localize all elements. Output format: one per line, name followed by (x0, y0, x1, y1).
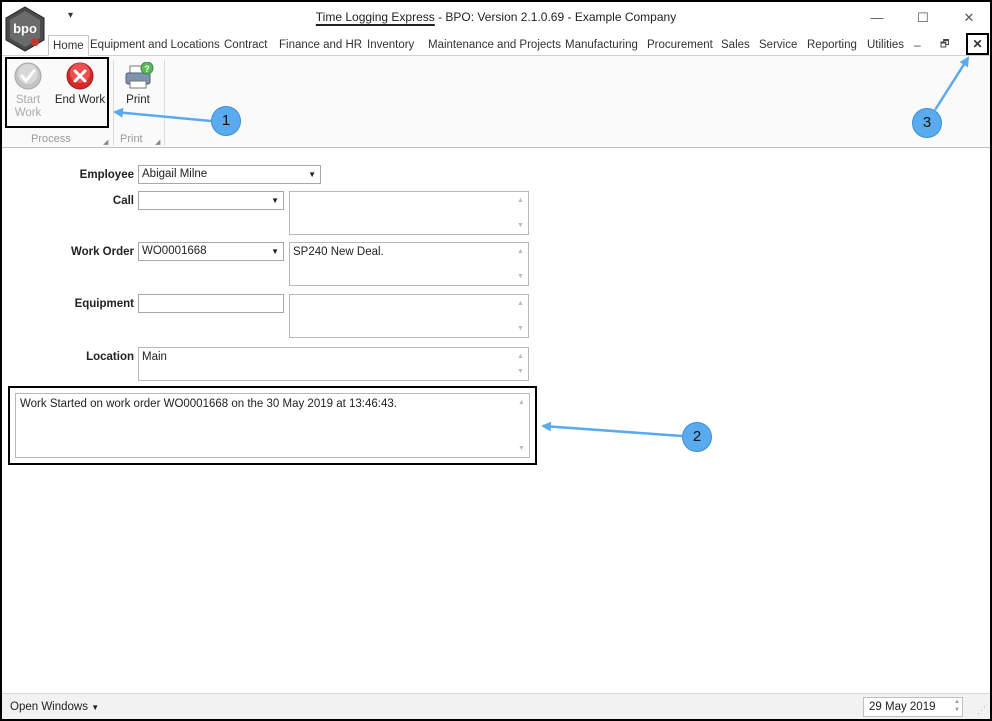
scrollbar[interactable]: ▲ ▼ (514, 348, 528, 380)
employee-select[interactable]: Abigail Milne ▼ (138, 165, 321, 184)
work-order-select[interactable]: WO0001668 ▼ (138, 242, 284, 261)
open-windows-menu[interactable]: Open Windows ▼ (10, 701, 99, 713)
close-window-icon[interactable]: ✕ (946, 6, 990, 32)
print-label: Print (126, 94, 150, 106)
window-title: Time Logging Express - BPO: Version 2.1.… (2, 10, 990, 24)
tab-finance-and-hr[interactable]: Finance and HR (279, 35, 362, 56)
print-button[interactable]: ? Print (118, 61, 158, 107)
date-field[interactable]: 29 May 2019 ▲ ▼ (863, 697, 963, 717)
call-description-memo[interactable]: ▲ ▼ (289, 191, 529, 235)
work-order-value: WO0001668 (142, 245, 207, 257)
callout-1: 1 (211, 106, 241, 136)
equipment-input[interactable] (138, 294, 284, 313)
call-select[interactable]: ▼ (138, 191, 284, 210)
callout-2: 2 (682, 422, 712, 452)
work-order-description: SP240 New Deal. (293, 246, 384, 258)
date-spinner-icon[interactable]: ▲ ▼ (954, 698, 960, 714)
process-dialog-launcher-icon[interactable]: ◢ (103, 138, 108, 146)
mdi-minimize-icon[interactable]: – (914, 35, 921, 56)
window-title-rest: - BPO: Version 2.1.0.69 - Example Compan… (434, 10, 677, 24)
callout-3: 3 (912, 108, 942, 138)
scrollbar[interactable]: ▲ ▼ (514, 192, 528, 234)
equipment-description-memo[interactable]: ▲ ▼ (289, 294, 529, 338)
highlight-box-process-buttons (5, 57, 109, 128)
tab-maintenance-and-projects[interactable]: Maintenance and Projects (428, 35, 561, 56)
tab-utilities[interactable]: Utilities (867, 35, 904, 56)
location-memo[interactable]: Main ▲ ▼ (138, 347, 529, 381)
app-window: bpo ▾ Time Logging Express - BPO: Versio… (0, 0, 992, 721)
tab-home[interactable]: Home (48, 35, 89, 56)
chevron-down-icon[interactable]: ▼ (308, 166, 316, 183)
ribbon-group-separator (164, 60, 165, 146)
arrow-2 (541, 421, 683, 438)
date-value: 29 May 2019 (869, 701, 936, 713)
tab-manufacturing[interactable]: Manufacturing (565, 35, 638, 56)
tab-reporting[interactable]: Reporting (807, 35, 857, 56)
location-label: Location (86, 351, 134, 363)
call-label: Call (112, 195, 134, 207)
window-title-app: Time Logging Express (315, 10, 435, 24)
scrollbar[interactable]: ▲ ▼ (514, 295, 528, 337)
menu-tab-bar: Home Equipment and Locations Contract Fi… (48, 35, 990, 56)
chevron-down-icon[interactable]: ▼ (271, 192, 279, 209)
location-value: Main (142, 351, 167, 363)
scrollbar[interactable]: ▲ ▼ (515, 394, 529, 457)
ribbon-group-separator (113, 60, 114, 146)
tab-service[interactable]: Service (759, 35, 797, 56)
printer-icon: ? (124, 61, 154, 90)
group-label-process: Process (31, 133, 71, 145)
chevron-down-icon: ▼ (91, 703, 100, 712)
ribbon: Start Work End Work Process ◢ ? Print Pr… (2, 55, 990, 148)
employee-value: Abigail Milne (142, 168, 208, 180)
status-message: Work Started on work order WO0001668 on … (20, 398, 397, 410)
group-label-print: Print (120, 133, 143, 145)
status-bar: Open Windows ▼ 29 May 2019 ▲ ▼ ⋰ (2, 693, 990, 719)
status-message-memo[interactable]: Work Started on work order WO0001668 on … (15, 393, 530, 458)
chevron-down-icon[interactable]: ▼ (271, 243, 279, 260)
maximize-icon[interactable]: ☐ (900, 6, 946, 32)
svg-text:?: ? (144, 64, 150, 74)
title-bar: bpo ▾ Time Logging Express - BPO: Versio… (2, 2, 990, 52)
resize-grip-icon[interactable]: ⋰ (977, 705, 986, 716)
open-windows-label: Open Windows (10, 701, 88, 713)
work-order-label: Work Order (70, 246, 134, 258)
equipment-label: Equipment (74, 298, 134, 310)
print-dialog-launcher-icon[interactable]: ◢ (155, 138, 160, 146)
tab-sales[interactable]: Sales (721, 35, 750, 56)
tab-inventory[interactable]: Inventory (367, 35, 414, 56)
mdi-restore-icon[interactable]: 🗗 (940, 35, 949, 56)
scrollbar[interactable]: ▲ ▼ (514, 243, 528, 285)
tab-procurement[interactable]: Procurement (647, 35, 713, 56)
tab-equipment-and-locations[interactable]: Equipment and Locations (90, 35, 220, 56)
tab-contract[interactable]: Contract (224, 35, 267, 56)
work-order-description-memo[interactable]: SP240 New Deal. ▲ ▼ (289, 242, 529, 286)
minimize-icon[interactable]: — (854, 6, 900, 32)
mdi-close-icon[interactable]: ✕ (966, 33, 989, 55)
employee-label: Employee (79, 169, 134, 181)
